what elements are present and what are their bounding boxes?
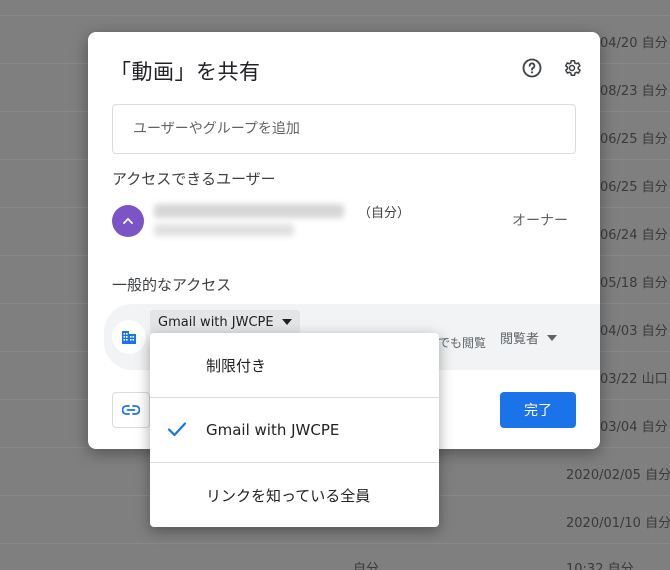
access-description: でも閲覧 bbox=[438, 336, 487, 350]
access-scope-menu: 制限付き Gmail with JWCPE リンクを知っている全員 bbox=[150, 333, 439, 527]
row-date: 06/25 自分 bbox=[600, 180, 668, 195]
self-tag: （自分） bbox=[358, 206, 411, 221]
help-icon[interactable] bbox=[520, 56, 544, 80]
menu-item-domain[interactable]: Gmail with JWCPE bbox=[150, 398, 439, 462]
row-date: 05/18 自分 bbox=[600, 276, 668, 291]
row-date: 2020/01/10 自分 bbox=[566, 516, 670, 531]
user-row: （自分） オーナー bbox=[112, 202, 576, 242]
row-date: 06/24 自分 bbox=[600, 228, 668, 243]
row-date: 08/23 自分 bbox=[600, 84, 668, 99]
menu-item-anyone-with-link[interactable]: リンクを知っている全員 bbox=[150, 463, 439, 527]
user-email-redacted bbox=[154, 224, 294, 236]
building-icon bbox=[112, 320, 146, 354]
menu-item-label: 制限付き bbox=[206, 356, 267, 375]
access-scope-select[interactable]: Gmail with JWCPE bbox=[150, 310, 300, 334]
row-date: 06/25 自分 bbox=[600, 132, 668, 147]
gear-icon[interactable] bbox=[560, 56, 584, 80]
row-date: 04/20 自分 bbox=[600, 36, 668, 51]
list-item bbox=[0, 0, 670, 16]
add-people-input[interactable] bbox=[113, 105, 575, 153]
owner-role: オーナー bbox=[512, 213, 568, 229]
done-button[interactable]: 完了 bbox=[500, 392, 576, 428]
role-select[interactable]: 閲覧者 bbox=[500, 328, 558, 347]
access-section-label: アクセスできるユーザー bbox=[112, 170, 276, 188]
copy-link-button[interactable] bbox=[112, 392, 150, 428]
dropdown-arrow-icon bbox=[281, 319, 292, 325]
row-date: 03/22 山口 bbox=[600, 372, 668, 387]
general-access-label: 一般的なアクセス bbox=[112, 276, 232, 294]
checkmark-icon bbox=[166, 418, 188, 444]
row-owner: 自分 bbox=[353, 562, 380, 570]
row-date: 10:32 自分 bbox=[566, 562, 634, 570]
access-scope-label: Gmail with JWCPE bbox=[158, 314, 274, 330]
row-date: 2020/02/05 自分 bbox=[566, 468, 670, 483]
add-people-field[interactable] bbox=[112, 104, 576, 154]
dialog-title: 「動画」を共有 bbox=[110, 60, 261, 84]
row-date: 04/03 自分 bbox=[600, 324, 668, 339]
row-date: 03/04 自分 bbox=[600, 420, 668, 435]
user-name-redacted bbox=[154, 204, 344, 218]
link-icon bbox=[122, 405, 140, 415]
menu-item-restricted[interactable]: 制限付き bbox=[150, 333, 439, 397]
avatar bbox=[112, 205, 144, 237]
menu-item-label: リンクを知っている全員 bbox=[206, 486, 371, 505]
dropdown-arrow-icon bbox=[547, 334, 558, 341]
menu-item-label: Gmail with JWCPE bbox=[206, 421, 340, 439]
role-label: 閲覧者 bbox=[500, 332, 540, 347]
